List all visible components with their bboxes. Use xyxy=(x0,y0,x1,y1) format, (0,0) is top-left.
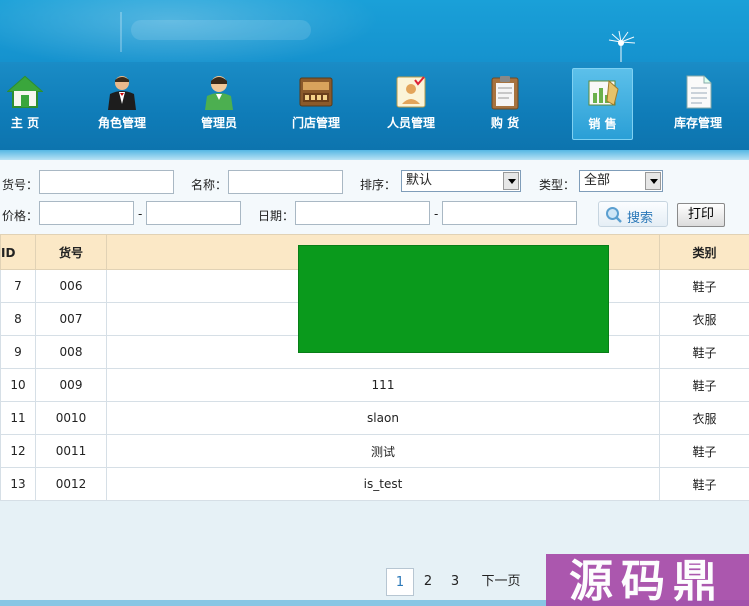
nav-item-home[interactable]: 主 页 xyxy=(0,68,50,140)
range-separator: - xyxy=(138,207,143,221)
main-nav: 主 页 角色管理 管理员 门店管理 人员管理 购 货 销 售 库存管理 xyxy=(0,62,749,150)
price-label: 价格： xyxy=(2,209,39,223)
home-icon xyxy=(7,75,43,108)
date-start-input[interactable] xyxy=(295,201,430,225)
page-link-current[interactable]: 1 xyxy=(386,568,414,596)
cell-name: 111 xyxy=(106,368,660,402)
nav-label: 主 页 xyxy=(10,116,40,130)
cell-type: 鞋子 xyxy=(659,368,749,402)
redaction-overlay xyxy=(298,245,609,353)
sort-select-value: 默认 xyxy=(406,173,433,188)
date-end-input[interactable] xyxy=(442,201,577,225)
header-id: 品ID xyxy=(0,234,36,270)
banner-decoration xyxy=(131,20,311,40)
nav-label: 库存管理 xyxy=(673,116,722,130)
cell-type: 鞋子 xyxy=(659,269,749,303)
page-link[interactable]: 2 xyxy=(418,568,438,596)
chevron-down-icon xyxy=(503,172,519,190)
svg-text:源码鼎: 源码鼎 xyxy=(569,556,725,606)
cell-code: 0011 xyxy=(35,434,107,468)
cell-code: 0010 xyxy=(35,401,107,435)
cell-code: 009 xyxy=(35,368,107,402)
cell-type: 鞋子 xyxy=(659,434,749,468)
nav-label: 购 货 xyxy=(490,116,520,130)
clipboard-icon xyxy=(491,76,519,110)
sort-label: 排序： xyxy=(360,178,397,192)
search-icon xyxy=(606,207,622,223)
code-label: 货号： xyxy=(2,178,39,192)
sales-icon xyxy=(588,79,619,106)
cell-id: 7 xyxy=(0,269,36,303)
butler-icon xyxy=(108,76,136,110)
table-row[interactable]: 10 009 111 鞋子 xyxy=(0,368,749,402)
nav-bottom-strip xyxy=(0,150,749,160)
type-label: 类型： xyxy=(539,178,576,192)
price-min-input[interactable] xyxy=(39,201,134,225)
cell-code: 008 xyxy=(35,335,107,369)
document-icon xyxy=(686,75,712,109)
nav-item-roles[interactable]: 角色管理 xyxy=(92,68,152,140)
banner-divider xyxy=(120,12,122,52)
cell-type: 衣服 xyxy=(659,302,749,336)
name-input[interactable] xyxy=(228,170,343,194)
watermark-logo: 源码鼎 xyxy=(546,554,749,606)
cell-code: 007 xyxy=(35,302,107,336)
watermark-text: 源码鼎 xyxy=(569,556,725,606)
nav-item-admin[interactable]: 管理员 xyxy=(195,68,243,140)
nav-item-purchase[interactable]: 购 货 xyxy=(485,68,525,140)
nav-label: 人员管理 xyxy=(386,116,435,130)
print-button[interactable]: 打印 xyxy=(677,203,725,227)
cell-name: slaon xyxy=(106,401,660,435)
page-link[interactable]: 3 xyxy=(445,568,465,596)
table-row[interactable]: 12 0011 测试 鞋子 xyxy=(0,434,749,468)
nav-item-staff[interactable]: 人员管理 xyxy=(384,68,438,140)
header-code: 货号 xyxy=(35,234,107,270)
cell-name: is_test xyxy=(106,467,660,501)
next-page-link[interactable]: 下一页 xyxy=(478,568,524,596)
admin-person-icon xyxy=(205,76,233,110)
nav-item-sales[interactable]: 销 售 xyxy=(572,68,633,140)
price-max-input[interactable] xyxy=(146,201,241,225)
cell-type: 鞋子 xyxy=(659,335,749,369)
header-type: 类别 xyxy=(659,234,749,270)
type-select[interactable]: 全部 xyxy=(579,170,663,192)
table-row[interactable]: 11 0010 slaon 衣服 xyxy=(0,401,749,435)
nav-label: 管理员 xyxy=(200,116,237,130)
cell-id: 13 xyxy=(0,467,36,501)
date-label: 日期： xyxy=(258,209,295,223)
cell-type: 鞋子 xyxy=(659,467,749,501)
table-row[interactable]: 13 0012 is_test 鞋子 xyxy=(0,467,749,501)
cell-id: 10 xyxy=(0,368,36,402)
cell-code: 006 xyxy=(35,269,107,303)
search-panel: 货号： 名称： 排序： 默认 类型： 全部 价格： - 日期： - 搜索 打印 xyxy=(0,160,749,234)
cell-id: 12 xyxy=(0,434,36,468)
cell-name: 测试 xyxy=(106,434,660,468)
search-button-label: 搜索 xyxy=(627,211,654,226)
type-select-value: 全部 xyxy=(584,173,611,188)
sort-select[interactable]: 默认 xyxy=(401,170,521,192)
search-button[interactable]: 搜索 xyxy=(598,201,668,227)
range-separator: - xyxy=(434,207,439,221)
staff-card-icon xyxy=(396,76,426,108)
cell-id: 11 xyxy=(0,401,36,435)
nav-label: 销 售 xyxy=(588,117,617,131)
name-label: 名称： xyxy=(191,178,228,192)
top-banner xyxy=(0,0,749,62)
nav-label: 门店管理 xyxy=(291,116,340,130)
dandelion-icon xyxy=(608,30,636,62)
cell-type: 衣服 xyxy=(659,401,749,435)
nav-item-inventory[interactable]: 库存管理 xyxy=(670,68,726,140)
nav-label: 角色管理 xyxy=(97,116,146,130)
code-input[interactable] xyxy=(39,170,174,194)
nav-item-store[interactable]: 门店管理 xyxy=(289,68,343,140)
cell-id: 9 xyxy=(0,335,36,369)
store-icon xyxy=(299,77,333,107)
cell-code: 0012 xyxy=(35,467,107,501)
chevron-down-icon xyxy=(645,172,661,190)
cell-id: 8 xyxy=(0,302,36,336)
